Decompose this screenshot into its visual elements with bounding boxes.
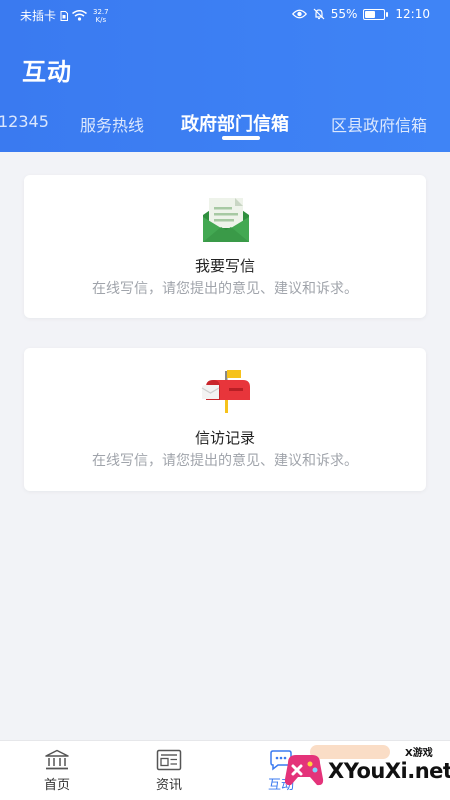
news-icon [156, 749, 182, 771]
nav-news-label: 资讯 [155, 778, 182, 793]
petition-records-title: 信访记录 [194, 429, 255, 447]
write-letter-card[interactable]: 我要写信 在线写信，请您提出的意见、建议和诉求。 [24, 175, 426, 318]
speed-unit: K/s [95, 15, 107, 24]
status-left: 未插卡 32.7 K/s [20, 7, 109, 24]
tab-district-gov-mailbox[interactable]: 区县政府信箱 [331, 112, 427, 136]
clock: 12:10 [395, 7, 430, 21]
network-speed: 32.7 K/s [93, 8, 109, 24]
tab-12345[interactable]: 12345 [0, 112, 49, 131]
wifi-icon [72, 10, 87, 21]
battery-fill [365, 10, 375, 18]
sim-icon [60, 10, 69, 21]
tab-indicator [222, 136, 260, 140]
envelope-icon [203, 198, 249, 242]
write-letter-title: 我要写信 [194, 257, 255, 275]
status-right: 55% 12:10 [291, 7, 430, 21]
watermark-text: XYouXi.net [328, 759, 450, 783]
nav-home-label: 首页 [43, 778, 70, 793]
watermark-small-text: X游戏 [405, 748, 433, 759]
page-title: 互动 [22, 58, 72, 86]
carrier-label: 未插卡 [20, 9, 57, 23]
tab-bar: 12345 服务热线 政府部门信箱 区县政府信箱 [0, 110, 450, 140]
gamepad-logo-icon [284, 755, 324, 786]
battery-icon [363, 8, 389, 20]
watermark: X游戏 XYouXi.net [270, 735, 450, 800]
tab-gov-dept-mailbox[interactable]: 政府部门信箱 [181, 110, 289, 136]
header: 未插卡 32.7 K/s 55% 12:10 互动 12345 服务热线 政府部… [0, 0, 450, 152]
eye-icon [291, 9, 307, 19]
battery-percent: 55% [330, 7, 358, 21]
tab-service-hotline[interactable]: 服务热线 [80, 112, 144, 136]
status-bar: 未插卡 32.7 K/s 55% 12:10 [0, 0, 450, 32]
write-letter-description: 在线写信，请您提出的意见、建议和诉求。 [92, 281, 358, 297]
nav-home[interactable]: 首页 [12, 741, 102, 800]
bank-icon [45, 749, 69, 770]
petition-records-description: 在线写信，请您提出的意见、建议和诉求。 [92, 453, 358, 469]
mailbox-icon [201, 370, 250, 413]
mute-bell-icon [313, 8, 325, 20]
nav-news[interactable]: 资讯 [124, 741, 214, 800]
speed-value: 32.7 [93, 7, 109, 16]
petition-records-card[interactable]: 信访记录 在线写信，请您提出的意见、建议和诉求。 [24, 348, 426, 491]
